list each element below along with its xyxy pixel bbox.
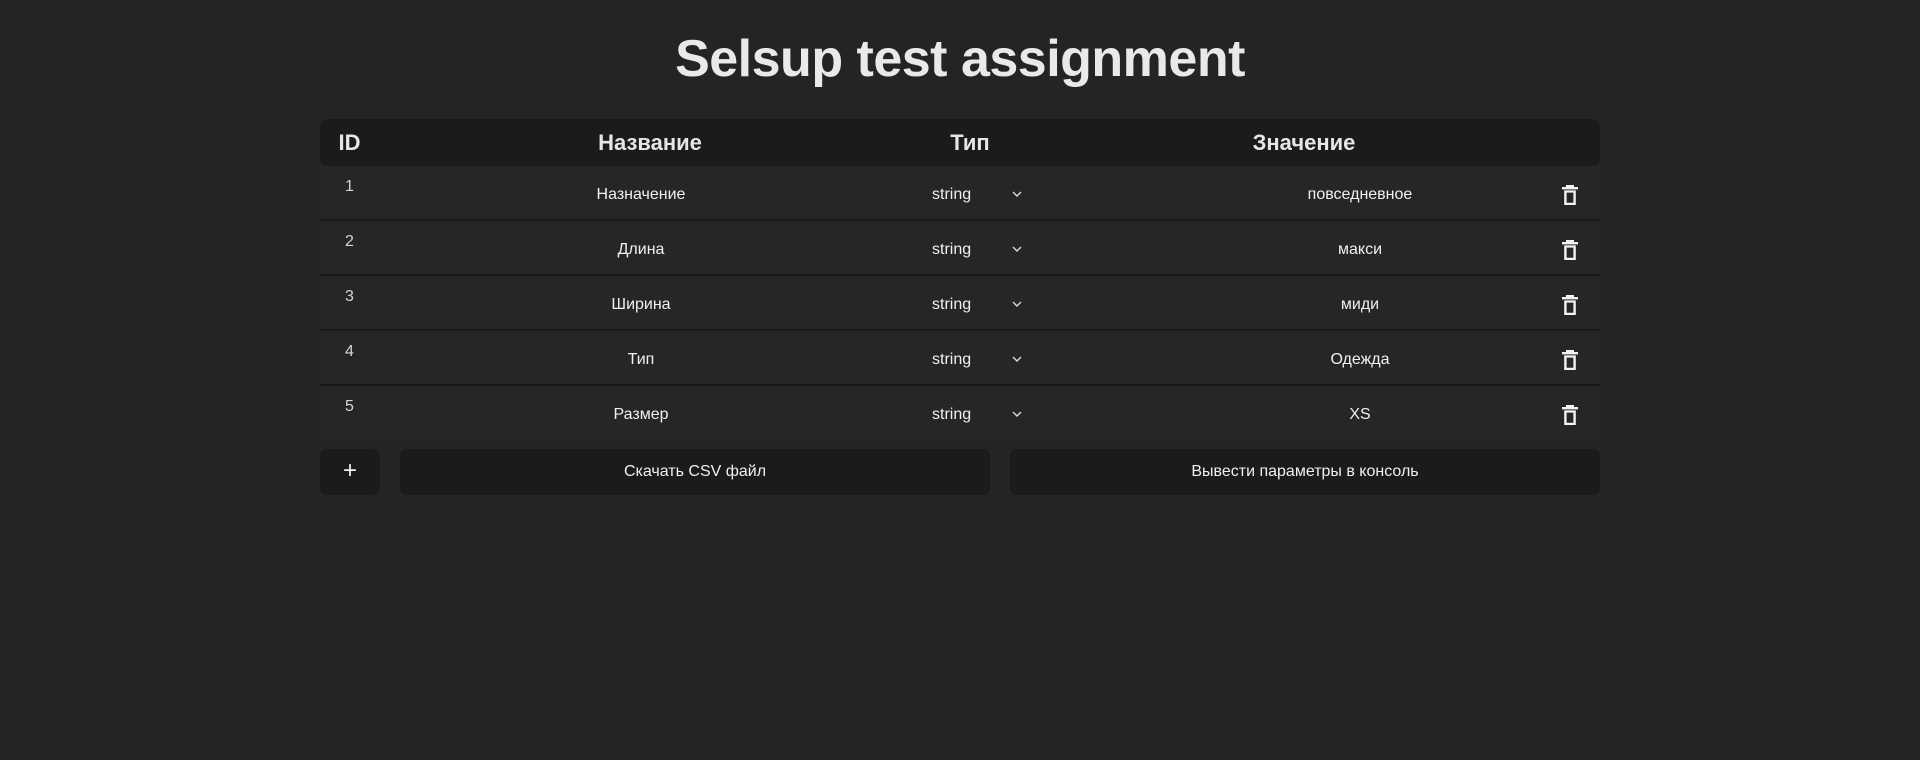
row-value: макси xyxy=(1337,241,1382,258)
row-value: Одежда xyxy=(1330,351,1390,368)
trash-icon xyxy=(1562,405,1578,425)
table-body: 1 Назначение string повседневное 2 Длина… xyxy=(320,166,1600,440)
trash-icon xyxy=(1562,295,1578,315)
type-select-value: string xyxy=(932,186,972,203)
type-select-value: string xyxy=(932,296,972,313)
row-name: Длина xyxy=(617,241,665,258)
header-name: Название xyxy=(598,130,702,155)
table-row: 1 Назначение string повседневное xyxy=(320,166,1600,221)
download-csv-button[interactable]: Скачать CSV файл xyxy=(400,449,990,495)
table-row: 3 Ширина string миди xyxy=(320,276,1600,331)
type-select-value: string xyxy=(932,241,972,258)
row-name: Тип xyxy=(627,351,655,368)
table-row: 2 Длина string макси xyxy=(320,221,1600,276)
row-name: Размер xyxy=(613,406,669,423)
delete-row-button[interactable] xyxy=(1560,294,1580,316)
row-id: 1 xyxy=(345,178,354,195)
delete-row-button[interactable] xyxy=(1560,404,1580,426)
type-select[interactable]: string xyxy=(932,166,1042,219)
trash-icon xyxy=(1562,240,1578,260)
header-value: Значение xyxy=(1252,130,1356,155)
delete-row-button[interactable] xyxy=(1560,349,1580,371)
table-row: 4 Тип string Одежда xyxy=(320,331,1600,386)
type-select-value: string xyxy=(932,406,972,423)
row-value: миди xyxy=(1340,296,1380,313)
actions-bar: + Скачать CSV файл Вывести параметры в к… xyxy=(320,449,1600,495)
type-select[interactable]: string xyxy=(932,276,1042,329)
delete-row-button[interactable] xyxy=(1560,184,1580,206)
header-type: Тип xyxy=(950,130,990,155)
row-value: XS xyxy=(1349,406,1371,423)
page-title: Selsup test assignment xyxy=(675,30,1245,88)
chevron-down-icon xyxy=(1012,331,1022,384)
row-id: 3 xyxy=(345,288,354,305)
type-select[interactable]: string xyxy=(932,221,1042,274)
row-name: Ширина xyxy=(611,296,671,313)
type-select-value: string xyxy=(932,351,972,368)
chevron-down-icon xyxy=(1012,221,1022,274)
add-row-button[interactable]: + xyxy=(320,449,380,495)
type-select[interactable]: string xyxy=(932,331,1042,384)
table-header: ID Название Тип Значение xyxy=(320,119,1600,166)
row-value: повседневное xyxy=(1307,186,1413,203)
delete-row-button[interactable] xyxy=(1560,239,1580,261)
type-select[interactable]: string xyxy=(932,386,1042,439)
table-row: 5 Размер string XS xyxy=(320,386,1600,440)
page: Selsup test assignment ID Название Тип З… xyxy=(0,0,1920,760)
trash-icon xyxy=(1562,350,1578,370)
row-id: 4 xyxy=(345,343,354,360)
row-id: 2 xyxy=(345,233,354,250)
chevron-down-icon xyxy=(1012,276,1022,329)
trash-icon xyxy=(1562,185,1578,205)
row-name: Назначение xyxy=(596,186,686,203)
header-id: ID xyxy=(338,130,361,155)
params-table: ID Название Тип Значение 1 Назначение st… xyxy=(320,119,1600,440)
print-to-console-button[interactable]: Вывести параметры в консоль xyxy=(1010,449,1600,495)
row-id: 5 xyxy=(345,398,354,415)
chevron-down-icon xyxy=(1012,386,1022,439)
chevron-down-icon xyxy=(1012,166,1022,219)
